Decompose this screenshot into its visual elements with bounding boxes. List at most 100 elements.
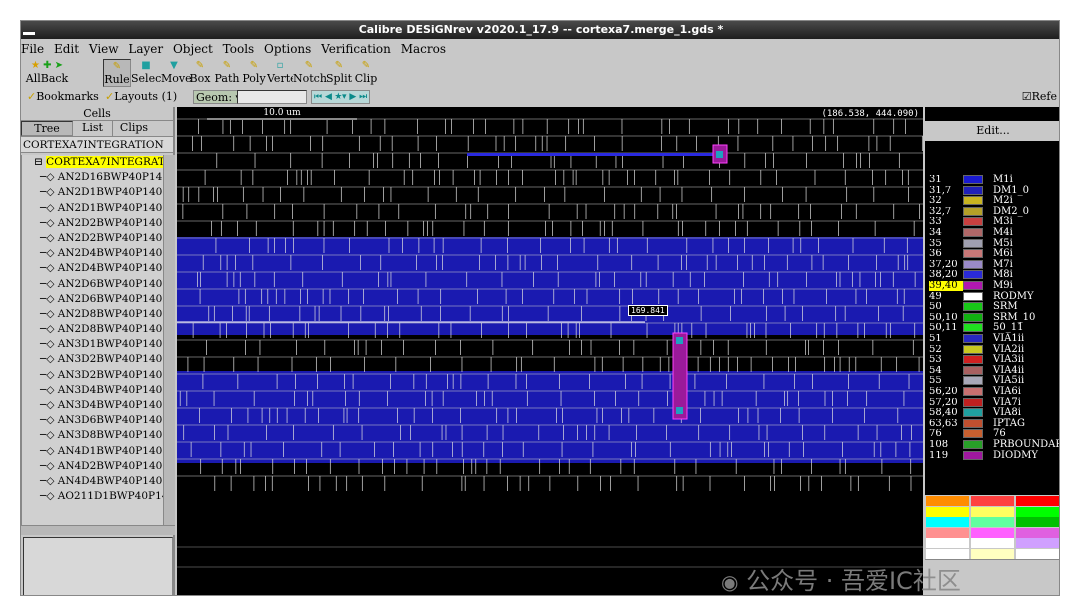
palette-swatch[interactable] <box>971 527 1014 538</box>
menu-options[interactable]: Options <box>264 42 311 56</box>
tree-cell-item[interactable]: ─◇ AN2D6BWP40P140 (17) <box>22 277 163 292</box>
layer-swatch[interactable] <box>963 196 983 206</box>
tree-cell-item[interactable]: ─◇ AN2D16BWP40P140 (8) <box>22 170 163 185</box>
layer-swatch[interactable] <box>963 249 983 259</box>
tree-cell-item[interactable]: ─◇ AN3D1BWP40P140 (26) <box>22 337 163 352</box>
tree-cell-item[interactable]: ─◇ AN2D1BWP40P140 (799) <box>22 185 163 200</box>
layer-swatch[interactable] <box>963 206 983 216</box>
window-menu-icon[interactable] <box>23 25 35 35</box>
tree-cell-item[interactable]: ─◇ AN2D2BWP40P140LVT (4 <box>22 231 163 246</box>
palette-swatch[interactable] <box>1016 548 1059 559</box>
tree-cell-item[interactable]: ─◇ AN2D4BWP40P140LVT (2 <box>22 261 163 276</box>
layer-swatch[interactable] <box>963 175 983 184</box>
box-button[interactable]: ✎ Box <box>189 59 211 87</box>
palette-swatch[interactable] <box>971 538 1014 548</box>
palette-swatch[interactable] <box>926 517 969 527</box>
menu-tools[interactable]: Tools <box>223 42 255 56</box>
layer-swatch[interactable] <box>963 312 983 322</box>
menu-object[interactable]: Object <box>173 42 213 56</box>
layer-swatch[interactable] <box>963 291 983 301</box>
tree-cell-item[interactable]: ─◇ AN3D2BWP40P140 (9) <box>22 352 163 367</box>
tree-cell-item[interactable]: ─◇ AN2D1BWP40P140LVT (5 <box>22 201 163 216</box>
move-button[interactable]: ▼ Move <box>161 59 192 87</box>
layer-edit-button[interactable]: Edit... <box>925 121 1059 141</box>
layer-swatch[interactable] <box>963 259 983 269</box>
layer-swatch[interactable] <box>963 334 983 343</box>
refe-checkbox[interactable]: ☑Refe <box>1022 87 1057 107</box>
layer-swatch[interactable] <box>963 450 983 460</box>
tab-clips[interactable]: Clips <box>113 121 155 136</box>
tree-top-cell[interactable]: ⊟ CORTEXA7INTEGRATION <box>22 155 163 170</box>
tree-cell-item[interactable]: ─◇ AN4D1BWP40P140 (22) <box>22 444 163 459</box>
palette-swatch[interactable] <box>1016 517 1059 527</box>
palette-swatch[interactable] <box>971 548 1014 559</box>
palette-swatch[interactable] <box>971 496 1014 506</box>
palette-swatch[interactable] <box>926 527 969 538</box>
tree-scrollbar[interactable] <box>163 155 175 525</box>
layer-swatch[interactable] <box>963 323 983 333</box>
rule-button[interactable]: ✎ Rule <box>103 59 131 87</box>
layer-swatch[interactable] <box>963 429 983 439</box>
tree-cell-item[interactable]: ─◇ AO211D1BWP40P140 (17 <box>22 489 163 504</box>
palette-swatch[interactable] <box>926 496 969 506</box>
path-button[interactable]: ✎ Path <box>213 59 241 87</box>
layer-swatch[interactable] <box>963 238 983 248</box>
palette-swatch[interactable] <box>926 538 969 548</box>
bookmarks-tab[interactable]: ✓Bookmarks <box>27 87 99 107</box>
select-button[interactable]: ■ Select <box>131 59 161 87</box>
menu-verification[interactable]: Verification <box>321 42 391 56</box>
menu-layer[interactable]: Layer <box>128 42 163 56</box>
layer-row[interactable]: 31 M1i <box>925 175 1059 186</box>
menu-file[interactable]: File <box>21 42 44 56</box>
notch-button[interactable]: ✎ Notch <box>293 59 327 87</box>
split-button[interactable]: ✎ Split <box>325 59 353 87</box>
layer-swatch[interactable] <box>963 270 983 280</box>
layer-swatch[interactable] <box>963 344 983 354</box>
layer-swatch[interactable] <box>963 376 983 386</box>
cell-root[interactable]: CORTEXA7INTEGRATION <box>21 137 173 153</box>
layer-row[interactable]: 34 M4i <box>925 228 1059 239</box>
tree-cell-item[interactable]: ─◇ AN3D8BWP40P140 (1) <box>22 428 163 443</box>
palette-swatch[interactable] <box>1016 506 1059 517</box>
tree-cell-item[interactable]: ─◇ AN2D2BWP40P140 (141) <box>22 216 163 231</box>
geom-input[interactable] <box>237 90 307 104</box>
tree-cell-item[interactable]: ─◇ AN3D4BWP40P140 (9) <box>22 383 163 398</box>
palette-swatch[interactable] <box>1016 496 1059 506</box>
layer-swatch[interactable] <box>963 281 983 290</box>
tab-list[interactable]: List <box>73 121 113 136</box>
layer-swatch[interactable] <box>963 185 983 195</box>
tree-cell-item[interactable]: ─◇ AN2D4BWP40P140 (80) <box>22 246 163 261</box>
vertex-button[interactable]: ▫ Vertex <box>267 59 293 87</box>
tree-cell-item[interactable]: ─◇ AN3D4BWP40P140LVT (1 <box>22 398 163 413</box>
layer-swatch[interactable] <box>963 228 983 237</box>
layer-swatch[interactable] <box>963 217 983 227</box>
clip-button[interactable]: ✎ Clip <box>353 59 379 87</box>
allback-button[interactable]: ★ ✚ ➤ AllBack <box>23 59 71 87</box>
palette-swatch[interactable] <box>1016 527 1059 538</box>
palette-swatch[interactable] <box>1016 538 1059 548</box>
layer-swatch[interactable] <box>963 418 983 428</box>
menu-edit[interactable]: Edit <box>54 42 79 56</box>
layer-row[interactable]: 39,40 M9i <box>925 281 1059 292</box>
menu-macros[interactable]: Macros <box>401 42 446 56</box>
menu-view[interactable]: View <box>89 42 119 56</box>
layer-swatch[interactable] <box>963 397 983 407</box>
tree-cell-item[interactable]: ─◇ AN4D2BWP40P140 (10) <box>22 459 163 474</box>
tree-cell-item[interactable]: ─◇ AN2D6BWP40P140LVT (2 <box>22 292 163 307</box>
tree-cell-item[interactable]: ─◇ AN3D6BWP40P140 (1) <box>22 413 163 428</box>
poly-button[interactable]: ✎ Poly <box>241 59 267 87</box>
layer-swatch[interactable] <box>963 302 983 312</box>
layout-canvas[interactable]: 10.0 um (186.538, 444.090) 169.841 <box>177 107 923 595</box>
layer-swatch[interactable] <box>963 408 983 418</box>
layer-swatch[interactable] <box>963 365 983 375</box>
nav-buttons[interactable]: ⏮ ◀ ★▾ ▶ ⏭ <box>311 90 371 104</box>
layer-row[interactable]: 119 DIODMY <box>925 450 1059 462</box>
layer-row[interactable]: 108 PRBOUNDARY <box>925 440 1059 451</box>
layer-swatch[interactable] <box>963 355 983 365</box>
palette-swatch[interactable] <box>971 506 1014 517</box>
tree-cell-item[interactable]: ─◇ AN4D4BWP40P140 (3) <box>22 474 163 489</box>
layer-swatch[interactable] <box>963 440 983 449</box>
layer-row[interactable]: 51 VIA1ii <box>925 334 1059 345</box>
palette-swatch[interactable] <box>926 506 969 517</box>
tab-tree[interactable]: Tree <box>21 121 73 136</box>
